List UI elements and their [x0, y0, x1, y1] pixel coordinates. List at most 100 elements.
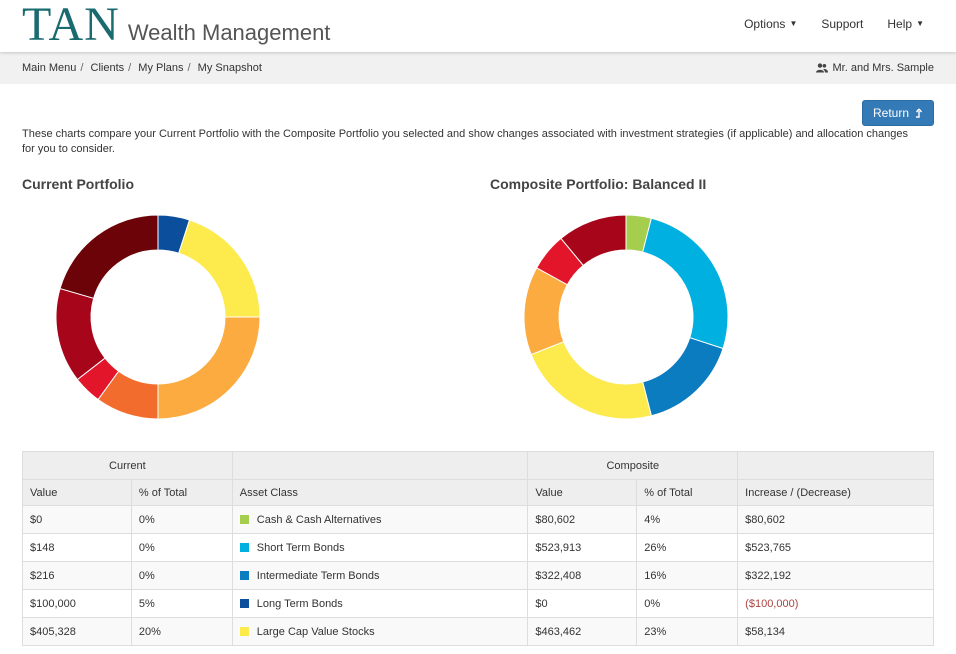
- asset-color-swatch: [239, 542, 249, 552]
- current-pct-cell-text: 0%: [138, 513, 155, 526]
- logo-sub-text: Wealth Management: [127, 20, 331, 45]
- current-pct-cell: 0%: [130, 533, 233, 562]
- change-cell-text: $523,765: [745, 541, 792, 554]
- table-row: $0 0% Cash & Cash Alternatives $80,602 4% $80…: [22, 505, 934, 534]
- current-value-cell: $216: [22, 561, 132, 590]
- current-pct-cell-text: 20%: [138, 625, 161, 638]
- composite-value-cell: $0: [527, 589, 638, 618]
- breadcrumb-my-plans[interactable]: My Plans: [138, 62, 183, 74]
- composite-value-cell: $523,913: [527, 533, 638, 562]
- nav-support[interactable]: Support: [821, 17, 863, 31]
- asset-class-cell: Long Term Bonds: [231, 589, 529, 618]
- asset-color-swatch: [239, 598, 249, 608]
- logo-main-text: TAN: [22, 0, 120, 51]
- donut-slice[interactable]: [59, 214, 159, 299]
- composite-value-cell: $463,462: [527, 617, 638, 646]
- current-value-cell-text: $0: [30, 513, 43, 526]
- composite-portfolio-donut-chart: [523, 214, 729, 420]
- change-cell: ($100,000): [737, 589, 934, 618]
- asset-color-swatch: [239, 626, 249, 636]
- composite-pct-cell: 26%: [636, 533, 739, 562]
- composite-pct-cell: 4%: [636, 505, 739, 534]
- current-pct-cell: 0%: [130, 561, 233, 590]
- asset-class-cell-text: Cash & Cash Alternatives: [256, 513, 382, 526]
- table-row: $148 0% Short Term Bonds $523,913 26% $523,76…: [22, 533, 934, 562]
- table-row: $100,000 5% Long Term Bonds $0 0% ($100,000): [22, 589, 934, 618]
- composite-pct-cell: 16%: [636, 561, 739, 590]
- asset-class-cell-text: Short Term Bonds: [256, 541, 345, 554]
- nav-options[interactable]: Options ▼: [744, 17, 797, 31]
- col-header-current-pct: % of Total: [130, 479, 233, 506]
- composite-value-cell-text: $463,462: [535, 625, 582, 638]
- breadcrumb-clients[interactable]: Clients: [91, 62, 125, 74]
- breadcrumb-my-snapshot[interactable]: My Snapshot: [198, 62, 262, 74]
- breadcrumb: Main Menu / Clients / My Plans / My Snapsho…: [22, 62, 262, 74]
- current-group-header: Current: [22, 451, 233, 480]
- current-value-cell: $405,328: [22, 617, 132, 646]
- current-pct-cell: 0%: [130, 505, 233, 534]
- current-value-cell: $100,000: [22, 589, 132, 618]
- nav-options-label: Options: [744, 17, 786, 31]
- asset-class-cell-text: Large Cap Value Stocks: [256, 625, 375, 638]
- col-header-composite-pct: % of Total: [636, 479, 739, 506]
- composite-value-cell-text: $322,408: [535, 569, 582, 582]
- donut-slice[interactable]: [530, 341, 652, 420]
- current-portfolio-title: Current Portfolio: [22, 176, 134, 192]
- composite-pct-cell: 0%: [636, 589, 739, 618]
- breadcrumb-separator: /: [80, 62, 84, 74]
- composite-pct-cell: 23%: [636, 617, 739, 646]
- client-indicator[interactable]: Mr. and Mrs. Sample: [815, 62, 934, 74]
- asset-class-cell: Short Term Bonds: [231, 533, 529, 562]
- composite-portfolio-title: Composite Portfolio: Balanced II: [490, 176, 707, 192]
- table-row: $405,328 20% Large Cap Value Stocks $463,46…: [22, 617, 934, 646]
- asset-color-swatch: [239, 570, 249, 580]
- asset-class-cell-text: Long Term Bonds: [256, 597, 343, 610]
- composite-pct-cell-text: 4%: [644, 513, 661, 526]
- caret-down-icon: ▼: [916, 19, 924, 28]
- col-header-composite-value: Value: [527, 479, 638, 506]
- current-pct-cell-text: 0%: [138, 541, 155, 554]
- current-pct-cell: 5%: [130, 589, 233, 618]
- breadcrumb-separator: /: [128, 62, 132, 74]
- col-header-increase-decrease: Increase / (Decrease): [737, 479, 934, 506]
- asset-class-group-spacer: [231, 451, 529, 480]
- change-cell: $523,765: [737, 533, 934, 562]
- brand-logo[interactable]: TAN Wealth Management: [22, 0, 331, 51]
- current-pct-cell: 20%: [130, 617, 233, 646]
- composite-value-cell: $322,408: [527, 561, 638, 590]
- intro-description: These charts compare your Current Portfo…: [22, 128, 908, 155]
- composite-group-header: Composite: [527, 451, 739, 480]
- current-value-cell-text: $216: [30, 569, 55, 582]
- composite-value-cell: $80,602: [527, 505, 638, 534]
- composite-pct-cell-text: 23%: [644, 625, 667, 638]
- donut-slice[interactable]: [157, 316, 261, 420]
- donut-slice[interactable]: [642, 217, 729, 350]
- top-navbar: TAN Wealth Management Options ▼ Support H…: [0, 0, 956, 52]
- asset-class-cell-text: Intermediate Term Bonds: [256, 569, 380, 582]
- donut-slice[interactable]: [178, 219, 261, 318]
- current-value-cell-text: $100,000: [30, 597, 76, 610]
- breadcrumb-main-menu[interactable]: Main Menu: [22, 62, 76, 74]
- composite-pct-cell-text: 16%: [644, 569, 667, 582]
- composite-pct-cell-text: 0%: [644, 597, 661, 610]
- current-pct-cell-text: 0%: [138, 569, 155, 582]
- col-header-current-value: Value: [22, 479, 132, 506]
- current-value-cell: $148: [22, 533, 132, 562]
- top-nav-menu: Options ▼ Support Help ▼: [744, 17, 924, 31]
- table-row: $216 0% Intermediate Term Bonds $322,408 16%…: [22, 561, 934, 590]
- change-cell: $58,134: [737, 617, 934, 646]
- asset-class-cell: Large Cap Value Stocks: [231, 617, 529, 646]
- asset-color-swatch: [239, 514, 249, 524]
- change-group-spacer: [737, 451, 934, 480]
- return-arrow-icon: [915, 108, 923, 118]
- return-button[interactable]: Return: [862, 100, 934, 126]
- current-value-cell-text: $148: [30, 541, 55, 554]
- current-value-cell-text: $405,328: [30, 625, 76, 638]
- donut-slice[interactable]: [642, 337, 724, 417]
- current-pct-cell-text: 5%: [138, 597, 155, 610]
- breadcrumb-bar: Main Menu / Clients / My Plans / My Snapsho…: [0, 52, 956, 84]
- nav-help[interactable]: Help ▼: [887, 17, 924, 31]
- change-cell: $322,192: [737, 561, 934, 590]
- change-cell-text: $80,602: [745, 513, 785, 526]
- change-cell-text: ($100,000): [745, 597, 799, 610]
